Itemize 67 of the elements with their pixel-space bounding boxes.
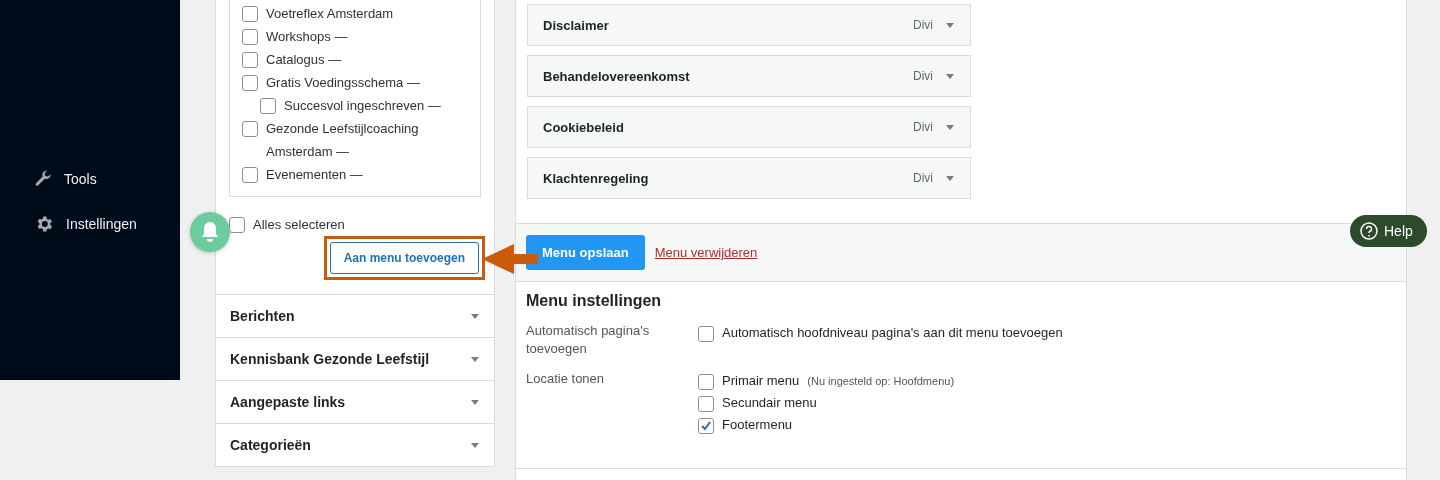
help-icon [1360, 222, 1378, 240]
checkbox[interactable] [242, 121, 258, 137]
accordion-section[interactable]: Kennisbank Gezonde Leefstijl [216, 337, 494, 380]
expand-arrow-icon[interactable] [470, 355, 480, 363]
setting-label: Locatie tonen [526, 370, 606, 388]
menu-item[interactable]: Klachtenregeling Divi [527, 157, 971, 199]
checklist-label[interactable]: Catalogus — [266, 48, 342, 71]
checklist-label[interactable]: Succesvol ingeschreven — [284, 94, 441, 117]
help-button[interactable]: Help [1350, 215, 1427, 247]
checkbox[interactable] [698, 396, 714, 412]
checkbox[interactable] [698, 418, 714, 434]
expand-arrow-icon[interactable] [470, 312, 480, 320]
menu-item[interactable]: Disclaimer Divi [527, 4, 971, 46]
section-title: Categorieën [230, 437, 311, 453]
sidebar-item[interactable]: Instellingen [0, 214, 180, 234]
option-label[interactable]: Secundair menu [722, 392, 817, 414]
accordion-section[interactable]: Berichten [216, 294, 494, 337]
option-label[interactable]: Footermenu [722, 414, 793, 436]
expand-arrow-icon[interactable] [945, 123, 955, 131]
sidebar-item[interactable]: Tools [0, 170, 180, 188]
setting-label: Automatisch pagina's toevoegen [526, 322, 651, 358]
option-label[interactable]: Primair menu [722, 370, 800, 392]
sidebar-label: Tools [64, 171, 97, 187]
menu-item-type: Divi [913, 18, 933, 32]
option-label[interactable]: Automatisch hoofdniveau pagina's aan dit menu toevoegen [722, 322, 1063, 344]
select-all-label[interactable]: Alles selecteren [253, 213, 345, 236]
add-to-menu-button[interactable]: Aan menu toevoegen [329, 242, 479, 274]
menu-item-title: Cookiebeleid [543, 119, 625, 135]
expand-arrow-icon[interactable] [945, 72, 955, 80]
menu-item[interactable]: Cookiebeleid Divi [527, 106, 971, 148]
accordion-section[interactable]: Categorieën [216, 423, 494, 466]
section-title: Aangepaste links [230, 394, 346, 410]
menu-item-type: Divi [913, 171, 933, 185]
menu-item-title: Disclaimer [543, 17, 610, 33]
checklist-label[interactable]: Gezonde Leefstijlcoaching Amsterdam — [266, 117, 468, 163]
expand-arrow-icon[interactable] [470, 441, 480, 449]
checkbox[interactable] [242, 6, 258, 22]
checklist-label[interactable]: Workshops — [266, 25, 348, 48]
checkbox[interactable] [242, 75, 258, 91]
option-note: (Nu ingesteld op: Hoofdmenu) [807, 374, 955, 389]
menu-item-title: Klachtenregeling [543, 170, 650, 186]
checkbox[interactable] [698, 326, 714, 342]
notification-bell-button[interactable] [190, 212, 230, 252]
checkbox[interactable] [242, 52, 258, 68]
delete-menu-link[interactable]: Menu verwijderen [654, 245, 758, 260]
settings-heading: Menu instellingen [526, 292, 663, 310]
checkbox[interactable] [698, 374, 714, 390]
menu-item-type: Divi [913, 120, 933, 134]
expand-arrow-icon[interactable] [945, 21, 955, 29]
checkbox[interactable] [242, 167, 258, 183]
bell-icon [200, 221, 220, 243]
checklist-label[interactable]: Gratis Voedingsschema — [266, 71, 420, 94]
section-title: Kennisbank Gezonde Leefstijl [230, 351, 430, 367]
checkbox[interactable] [229, 217, 245, 233]
checklist-label[interactable]: Voetreflex Amsterdam [266, 2, 394, 25]
checklist-label[interactable]: Evenementen — [266, 163, 363, 186]
menu-item[interactable]: Behandelovereenkomst Divi [527, 55, 971, 97]
section-title: Berichten [230, 308, 295, 324]
wrench-icon [34, 170, 52, 188]
menu-item-type: Divi [913, 69, 933, 83]
sidebar-label: Instellingen [66, 216, 137, 232]
expand-arrow-icon[interactable] [945, 174, 955, 182]
menu-item-title: Behandelovereenkomst [543, 68, 691, 84]
checkbox[interactable] [242, 29, 258, 45]
checkbox[interactable] [260, 98, 276, 114]
expand-arrow-icon[interactable] [470, 398, 480, 406]
accordion-section[interactable]: Aangepaste links [216, 380, 494, 423]
